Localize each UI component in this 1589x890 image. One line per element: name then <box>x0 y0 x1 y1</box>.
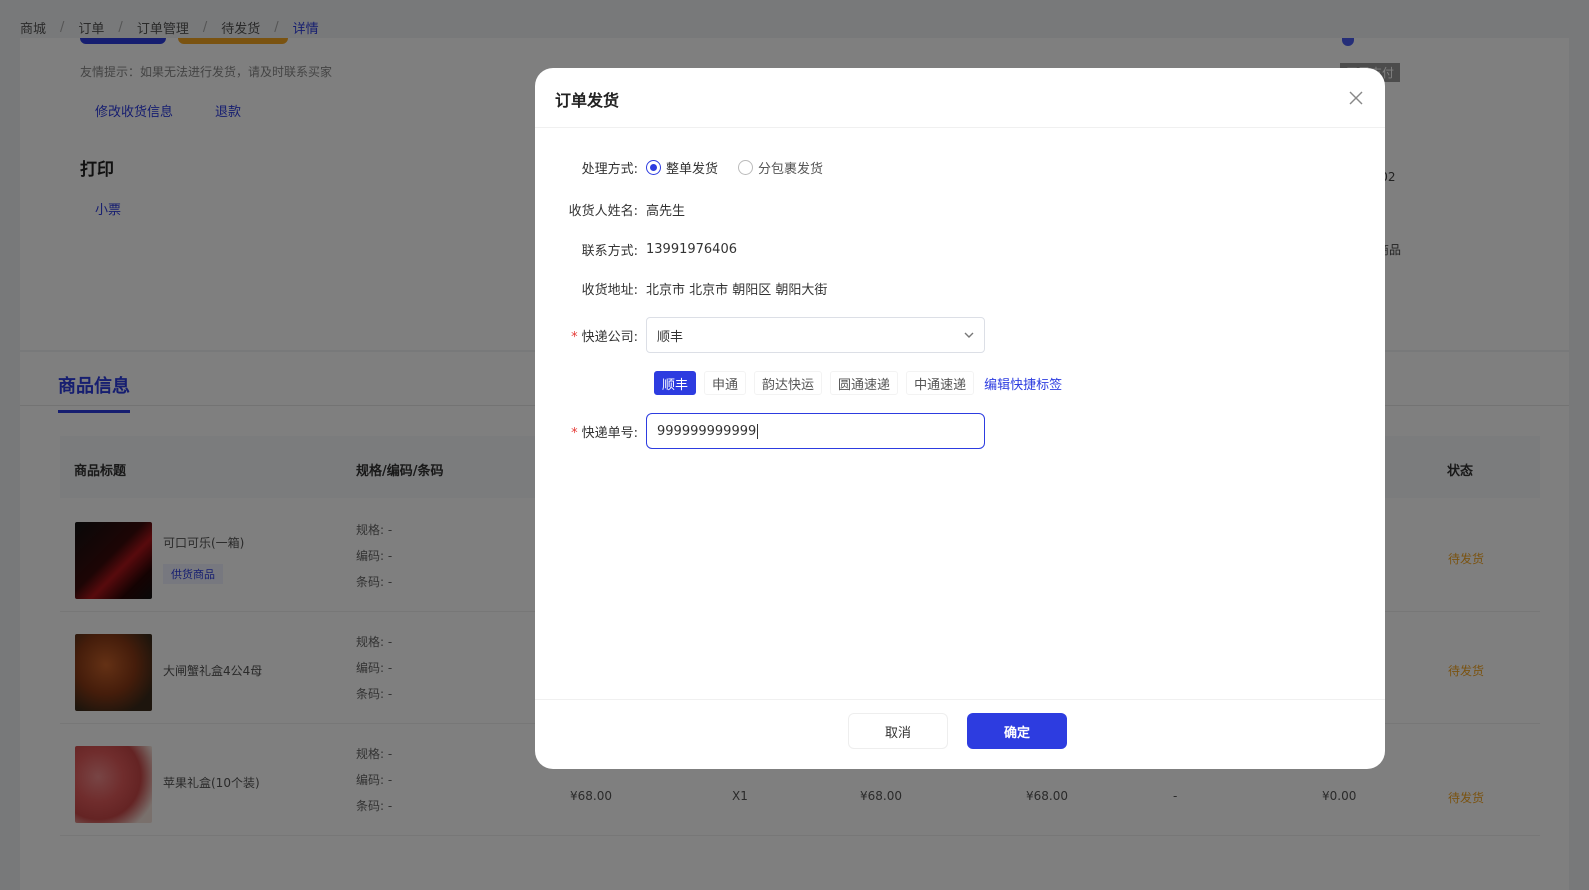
quick-tag[interactable]: 中通速递 <box>906 371 975 395</box>
radio-unchecked-icon <box>738 160 754 175</box>
radio-checked-icon <box>646 160 661 175</box>
method-row: 处理方式: 整单发货 分包裹发货 <box>535 158 823 177</box>
receiver-value: 高先生 <box>646 204 686 219</box>
ship-order-dialog: 订单发货 处理方式: 整单发货 分包裹发货 收货人姓名: 高先生 联系方式: 1… <box>535 68 1385 769</box>
method-label: 处理方式: <box>581 162 638 177</box>
cancel-button[interactable]: 取消 <box>848 713 948 749</box>
text-cursor <box>757 423 759 439</box>
courier-select[interactable]: 顺丰 <box>646 317 985 353</box>
radio-label: 整单发货 <box>666 162 719 177</box>
courier-label: * 快递公司: <box>571 329 638 345</box>
tracking-label: * 快递单号: <box>571 425 638 441</box>
quick-tag[interactable]: 顺丰 <box>654 371 697 395</box>
close-icon <box>1349 91 1363 105</box>
quick-tag[interactable]: 申通 <box>704 371 747 395</box>
tracking-row: * 快递单号: 999999999999 <box>535 413 985 449</box>
radio-split-package[interactable]: 分包裹发货 <box>738 158 823 177</box>
phone-row: 联系方式: 13991976406 <box>535 240 737 259</box>
edit-quick-tags-link[interactable]: 编辑快捷标签 <box>984 374 1062 393</box>
required-mark: * <box>571 425 578 441</box>
quick-courier-tags: 顺丰 申通 韵达快运 圆通速递 中通速递 编辑快捷标签 <box>654 371 1062 395</box>
address-row: 收货地址: 北京市 北京市 朝阳区 朝阳大街 <box>535 279 828 298</box>
address-value: 北京市 北京市 朝阳区 朝阳大街 <box>646 283 828 298</box>
dialog-header: 订单发货 <box>535 68 1385 128</box>
address-label: 收货地址: <box>581 283 638 298</box>
confirm-button[interactable]: 确定 <box>967 713 1067 749</box>
phone-value: 13991976406 <box>646 242 737 257</box>
courier-row: * 快递公司: 顺丰 <box>535 317 985 353</box>
quick-tag[interactable]: 圆通速递 <box>830 371 899 395</box>
receiver-label: 收货人姓名: <box>568 204 638 219</box>
close-button[interactable] <box>1345 87 1367 109</box>
receiver-row: 收货人姓名: 高先生 <box>535 200 685 219</box>
tracking-number-input[interactable]: 999999999999 <box>646 413 985 449</box>
dialog-title: 订单发货 <box>555 91 620 110</box>
radio-label: 分包裹发货 <box>758 162 824 177</box>
courier-selected-value: 顺丰 <box>657 329 684 345</box>
quick-tag[interactable]: 韵达快运 <box>754 371 823 395</box>
tracking-number-value: 999999999999 <box>657 423 757 439</box>
required-mark: * <box>571 329 578 345</box>
chevron-down-icon <box>964 332 974 338</box>
dialog-footer: 取消 确定 <box>535 699 1385 769</box>
radio-whole-order[interactable]: 整单发货 <box>646 158 718 177</box>
phone-label: 联系方式: <box>581 244 638 259</box>
method-radio-group: 整单发货 分包裹发货 <box>646 158 823 177</box>
